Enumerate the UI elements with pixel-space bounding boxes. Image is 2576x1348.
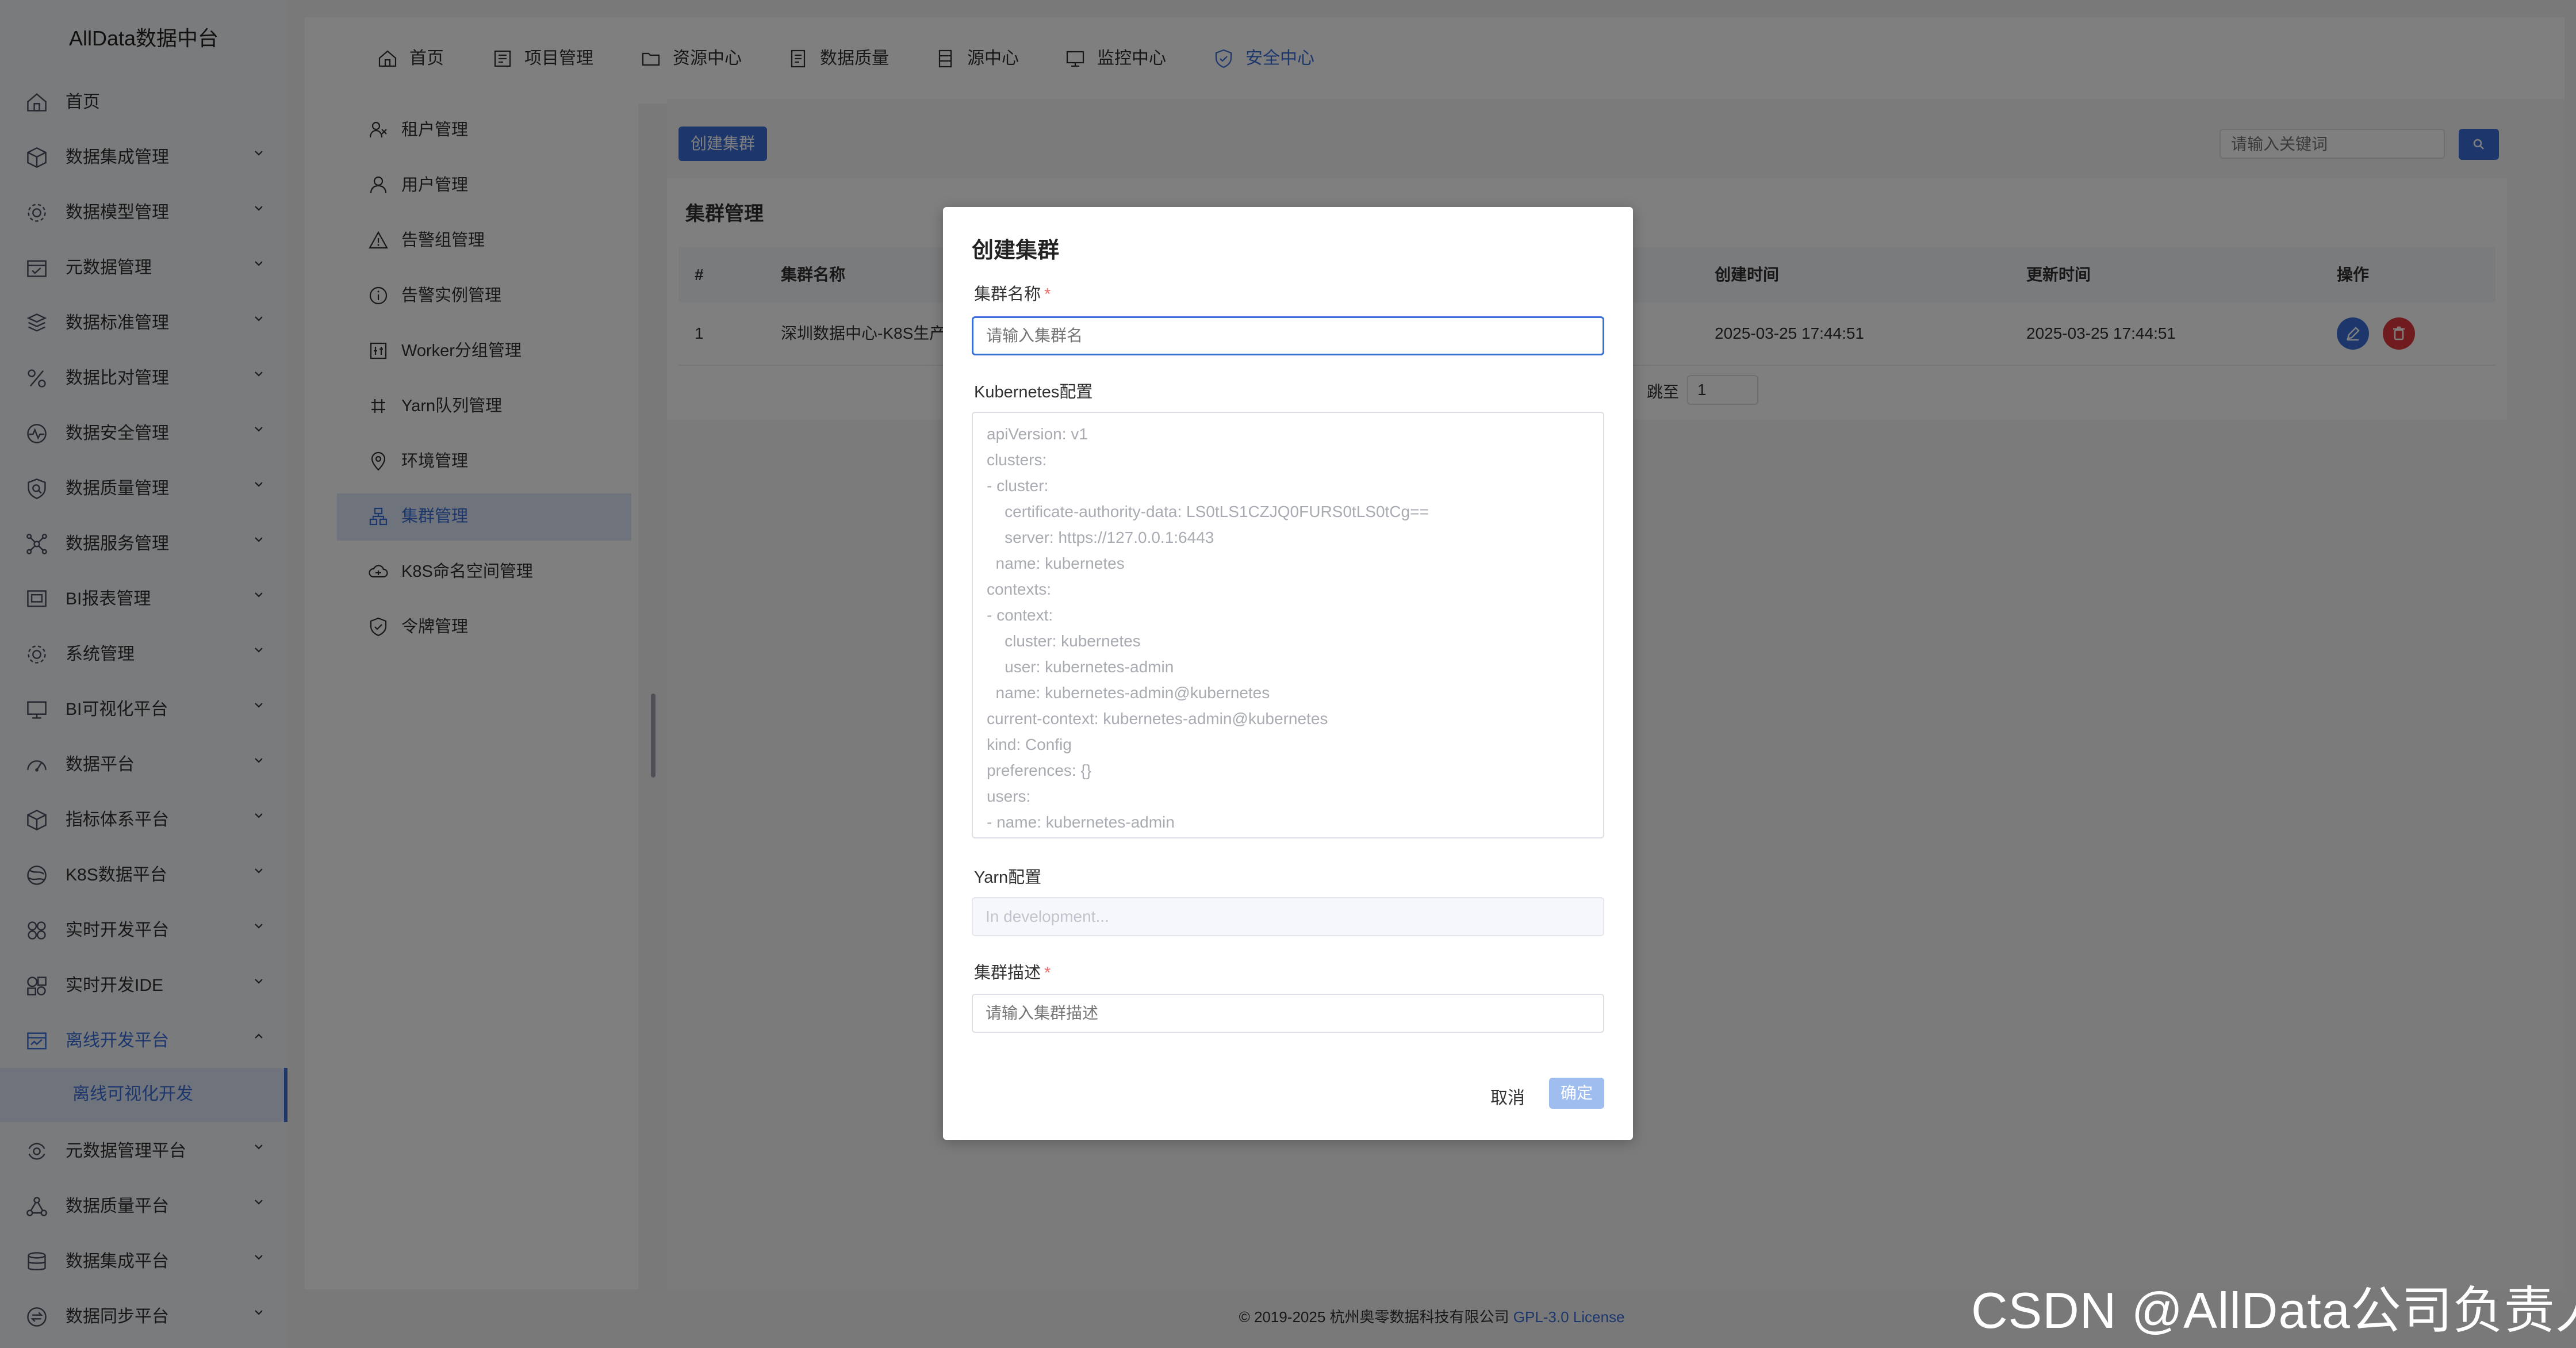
csdn-watermark: CSDN @AllData公司负责人 bbox=[1971, 1282, 2576, 1339]
k8s-config-line: certificate-authority-data: LS0tLS1CZJQ0… bbox=[987, 503, 1429, 520]
k8s-config-line: kind: Config bbox=[987, 736, 1072, 753]
cluster-name-input[interactable] bbox=[972, 316, 1604, 355]
required-mark: * bbox=[1044, 285, 1051, 304]
yarn-config-input: In development... bbox=[972, 897, 1604, 936]
k8s-config-line: - name: kubernetes-admin bbox=[987, 813, 1175, 831]
k8s-config-line: users: bbox=[987, 787, 1031, 805]
k8s-config-line: cluster: kubernetes bbox=[987, 632, 1141, 650]
create-cluster-dialog: 创建集群 集群名称* Kubernetes配置 apiVersion: v1cl… bbox=[943, 207, 1633, 1140]
yarn-config-label: Yarn配置 bbox=[974, 868, 1042, 887]
cluster-name-label: 集群名称 * bbox=[974, 283, 1051, 306]
k8s-config-line: apiVersion: v1 bbox=[987, 425, 1088, 443]
k8s-config-line: - cluster: bbox=[987, 477, 1049, 495]
confirm-button[interactable]: 确定 bbox=[1549, 1078, 1604, 1109]
k8s-config-line: name: kubernetes bbox=[987, 554, 1125, 572]
cluster-name-label-text: 集群名称 bbox=[974, 285, 1041, 304]
k8s-config-line: - context: bbox=[987, 606, 1053, 624]
k8s-config-line: name: kubernetes-admin@kubernetes bbox=[987, 684, 1270, 702]
cluster-desc-label-text: 集群描述 bbox=[974, 964, 1041, 982]
cluster-desc-label: 集群描述 * bbox=[974, 962, 1051, 985]
cancel-button[interactable]: 取消 bbox=[1490, 1083, 1525, 1109]
k8s-config-textarea[interactable]: apiVersion: v1 clusters: - cluster: certif… bbox=[972, 412, 1604, 838]
k8s-config-line: user: kubernetes-admin bbox=[987, 658, 1174, 676]
required-mark: * bbox=[1044, 964, 1051, 982]
cluster-desc-input[interactable] bbox=[972, 994, 1604, 1033]
dialog-title: 创建集群 bbox=[972, 239, 1060, 263]
k8s-config-line: server: https://127.0.0.1:6443 bbox=[987, 529, 1214, 546]
k8s-config-line: contexts: bbox=[987, 580, 1052, 598]
k8s-config-line: current-context: kubernetes-admin@kubern… bbox=[987, 710, 1328, 727]
k8s-config-line: clusters: bbox=[987, 451, 1047, 469]
k8s-config-line: preferences: {} bbox=[987, 761, 1092, 779]
k8s-config-label: Kubernetes配置 bbox=[974, 383, 1093, 401]
